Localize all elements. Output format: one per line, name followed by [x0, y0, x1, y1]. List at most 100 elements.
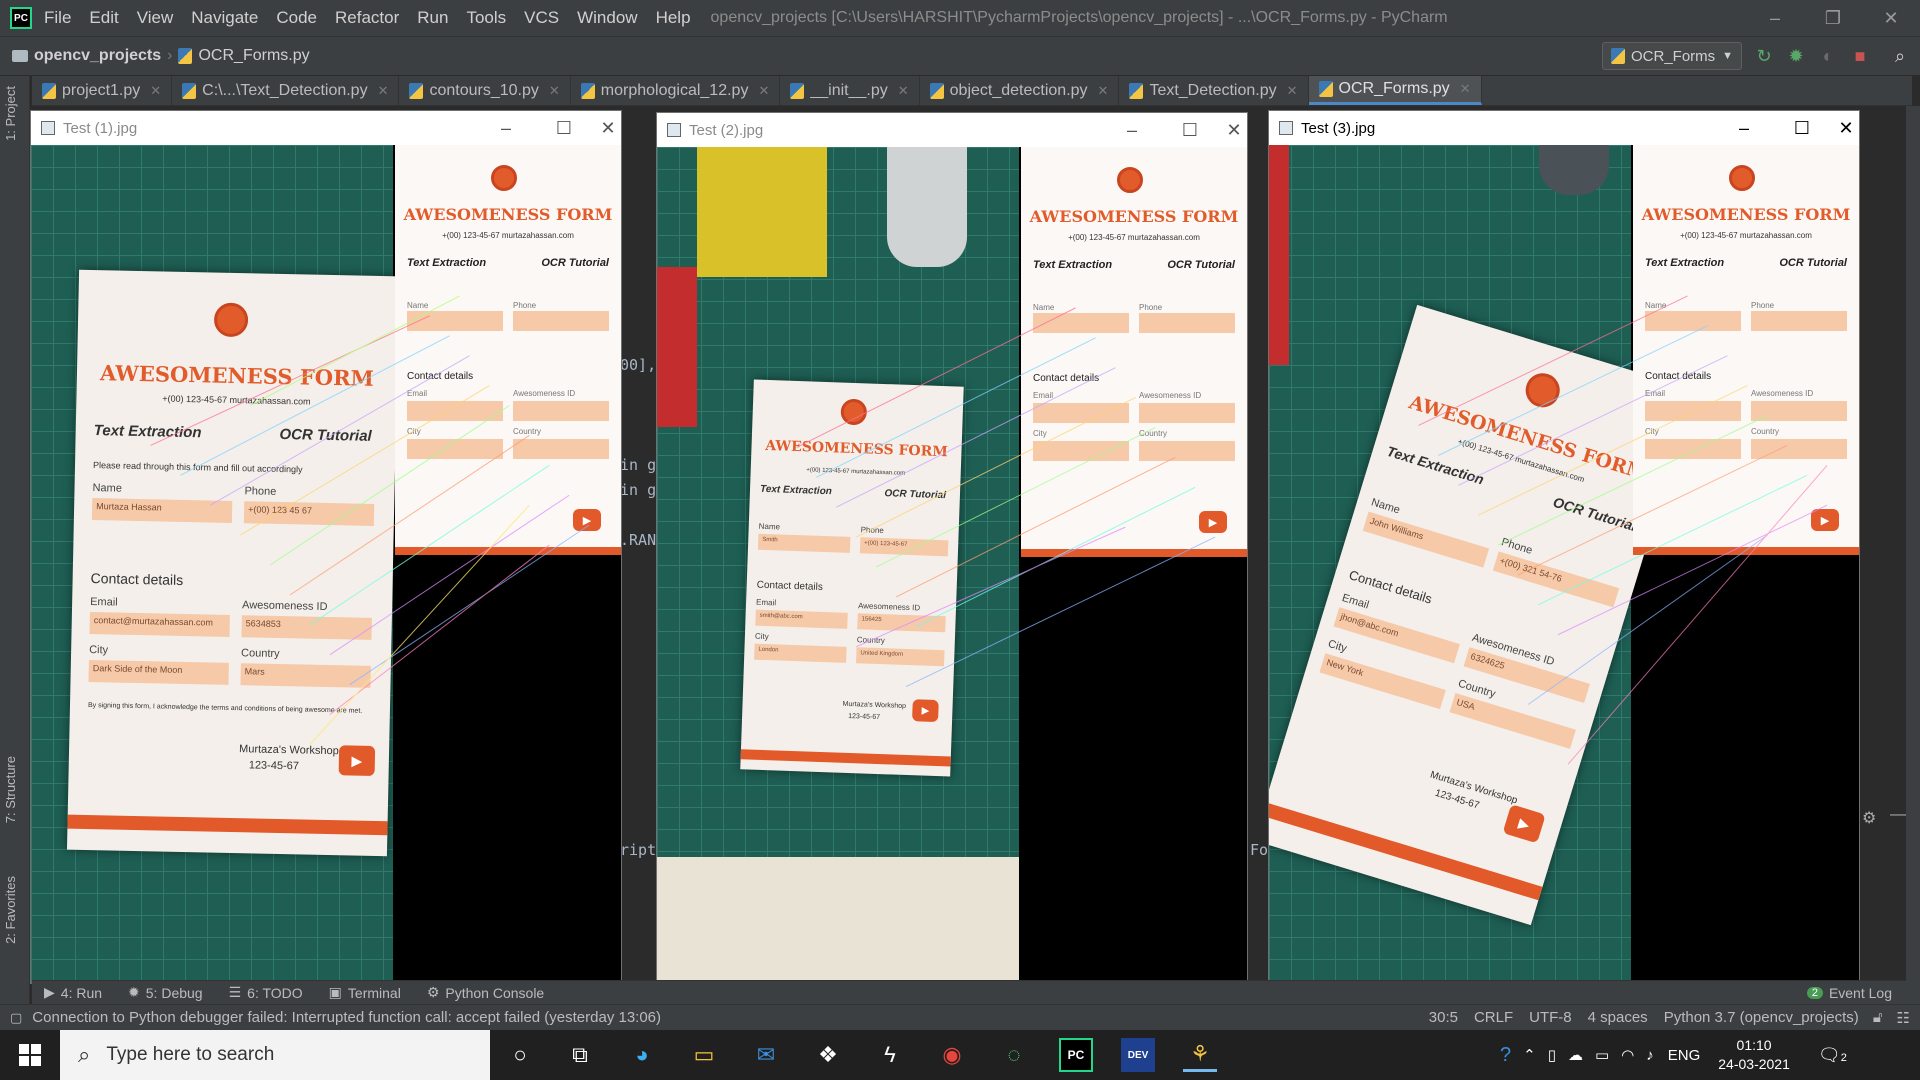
coverage-icon[interactable]: ◐: [1818, 46, 1838, 66]
menu-navigate[interactable]: Navigate: [191, 8, 258, 28]
close-icon[interactable]: ✕: [1831, 111, 1861, 145]
mail-icon[interactable]: ✉: [749, 1038, 783, 1072]
cloud-icon[interactable]: ☁: [1568, 1046, 1583, 1064]
edge-browser-icon[interactable]: ◕: [625, 1038, 659, 1072]
bolt-app-icon[interactable]: ϟ: [873, 1038, 907, 1072]
pycharm-taskbar-icon[interactable]: PC: [1059, 1038, 1093, 1072]
debug-bug-icon[interactable]: ✹: [1786, 46, 1806, 66]
lock-icon[interactable]: 🔓︎: [1873, 1009, 1883, 1026]
close-icon[interactable]: ✕: [758, 83, 769, 99]
todo-tool-tab[interactable]: ☰ 6: TODO: [229, 984, 303, 1001]
maximize-icon[interactable]: ☐: [1161, 113, 1219, 147]
notification-center-icon[interactable]: 🗨︎2: [1818, 1045, 1847, 1066]
minimize-icon[interactable]: –: [1103, 113, 1161, 147]
run-configuration-select[interactable]: OCR_Forms ▼: [1602, 42, 1742, 70]
help-icon[interactable]: ?: [1500, 1044, 1511, 1067]
start-button[interactable]: [0, 1030, 60, 1080]
code-fragment: ript: [620, 841, 657, 859]
menu-view[interactable]: View: [137, 8, 174, 28]
tab-project1[interactable]: project1.py ✕: [32, 76, 173, 105]
refresh-app-icon[interactable]: ◌: [997, 1038, 1031, 1072]
tab-text-detection-path[interactable]: C:\...\Text_Detection.py ✕: [172, 76, 400, 105]
event-log-tool-tab[interactable]: 2 Event Log: [1806, 985, 1892, 1001]
tab-morphological[interactable]: morphological_12.py ✕: [571, 76, 781, 105]
search-icon[interactable]: ⌕: [1890, 46, 1910, 66]
stop-icon[interactable]: ■: [1850, 46, 1870, 66]
taskbar-search-box[interactable]: ⌕ Type here to search: [60, 1030, 490, 1080]
python-console-tool-tab[interactable]: ⚙ Python Console: [427, 984, 544, 1001]
cortana-icon[interactable]: ○: [503, 1038, 537, 1072]
tab-object-detection[interactable]: object_detection.py ✕: [920, 76, 1120, 105]
menu-edit[interactable]: Edit: [89, 8, 118, 28]
volume-icon[interactable]: ♪: [1646, 1047, 1654, 1064]
restore-icon[interactable]: ❐: [1804, 0, 1862, 36]
structure-tool-tab[interactable]: 7: Structure: [3, 756, 18, 823]
line-separator[interactable]: CRLF: [1474, 1009, 1513, 1026]
python-taskbar-icon[interactable]: ⚘: [1183, 1038, 1217, 1072]
close-icon[interactable]: ✕: [1460, 81, 1471, 97]
status-panel-icon[interactable]: ▢: [10, 1010, 22, 1026]
close-icon[interactable]: ✕: [549, 83, 560, 99]
wifi-icon[interactable]: ◠: [1621, 1046, 1634, 1064]
devcpp-icon[interactable]: DEV: [1121, 1038, 1155, 1072]
language-indicator[interactable]: ENG: [1668, 1047, 1701, 1064]
minimize-icon[interactable]: –: [1715, 111, 1773, 145]
menu-run[interactable]: Run: [417, 8, 448, 28]
tab-text-detection[interactable]: Text_Detection.py ✕: [1119, 76, 1309, 105]
menu-file[interactable]: File: [44, 8, 71, 28]
settings-gear-icon[interactable]: ⚙: [1862, 808, 1876, 828]
device-icon[interactable]: ▯: [1548, 1046, 1556, 1064]
memory-indicator-icon[interactable]: ☷: [1897, 1009, 1910, 1027]
minimize-icon[interactable]: –: [1746, 0, 1804, 36]
close-icon[interactable]: ✕: [378, 83, 389, 99]
task-view-icon[interactable]: ⧉: [563, 1038, 597, 1072]
rerun-icon[interactable]: ↻: [1754, 46, 1774, 66]
tab-init[interactable]: __init__.py ✕: [780, 76, 920, 105]
close-icon[interactable]: ✕: [150, 83, 161, 99]
project-tool-tab[interactable]: 1: Project: [3, 86, 18, 141]
clock[interactable]: 01:10 24-03-2021: [1718, 1036, 1790, 1074]
terminal-tool-tab[interactable]: ▣ Terminal: [329, 984, 401, 1001]
close-icon[interactable]: ✕: [1219, 113, 1249, 147]
breadcrumb-file[interactable]: OCR_Forms.py: [198, 47, 309, 65]
close-icon[interactable]: ✕: [898, 83, 909, 99]
debug-tool-tab[interactable]: ✹ 5: Debug: [128, 984, 203, 1001]
favorites-tool-tab[interactable]: 2: Favorites: [3, 876, 18, 944]
minimize-icon[interactable]: –: [477, 111, 535, 145]
battery-icon[interactable]: ▭: [1595, 1046, 1609, 1064]
indent-setting[interactable]: 4 spaces: [1588, 1009, 1648, 1026]
match-line: [309, 504, 530, 745]
run-tool-tab[interactable]: ▶ 4: Run: [44, 984, 102, 1001]
image-window-test3[interactable]: Test (3).jpg – ☐ ✕ AWESOMENESS FORM +(00…: [1268, 110, 1860, 984]
image-window-titlebar[interactable]: Test (1).jpg – ☐ ✕: [31, 111, 621, 145]
tab-contours[interactable]: contours_10.py ✕: [399, 76, 571, 105]
tab-ocr-forms[interactable]: OCR_Forms.py ✕: [1308, 76, 1482, 105]
menu-vcs[interactable]: VCS: [524, 8, 559, 28]
maximize-icon[interactable]: ☐: [1773, 111, 1831, 145]
menu-window[interactable]: Window: [577, 8, 637, 28]
image-window-titlebar[interactable]: Test (2).jpg – ☐ ✕: [657, 113, 1247, 147]
close-icon[interactable]: ✕: [1862, 0, 1920, 36]
menu-code[interactable]: Code: [276, 8, 317, 28]
close-icon[interactable]: ✕: [1287, 83, 1298, 99]
status-message[interactable]: Connection to Python debugger failed: In…: [32, 1009, 661, 1026]
close-icon[interactable]: ✕: [1098, 83, 1109, 99]
file-explorer-icon[interactable]: ▭: [687, 1038, 721, 1072]
image-window-titlebar[interactable]: Test (3).jpg – ☐ ✕: [1269, 111, 1859, 145]
file-encoding[interactable]: UTF-8: [1529, 1009, 1572, 1026]
close-icon[interactable]: ✕: [593, 111, 623, 145]
image-window-test2[interactable]: Test (2).jpg – ☐ ✕ AWESOMENESS FORM +(00…: [656, 112, 1248, 984]
breadcrumb-project[interactable]: opencv_projects: [34, 47, 161, 65]
hide-panel-icon[interactable]: —: [1890, 806, 1906, 824]
chevron-up-icon[interactable]: ⌃: [1523, 1046, 1536, 1064]
python-interpreter[interactable]: Python 3.7 (opencv_projects): [1664, 1009, 1859, 1026]
menu-tools[interactable]: Tools: [466, 8, 506, 28]
image-window-test1[interactable]: Test (1).jpg – ☐ ✕ AWESOMENESS FORM +(00…: [30, 110, 622, 984]
maximize-icon[interactable]: ☐: [535, 111, 593, 145]
image-window-icon: [667, 123, 681, 137]
menu-help[interactable]: Help: [656, 8, 691, 28]
menu-refactor[interactable]: Refactor: [335, 8, 399, 28]
dropbox-icon[interactable]: ❖: [811, 1038, 845, 1072]
chrome-icon[interactable]: ◉: [935, 1038, 969, 1072]
caret-position[interactable]: 30:5: [1429, 1009, 1458, 1026]
